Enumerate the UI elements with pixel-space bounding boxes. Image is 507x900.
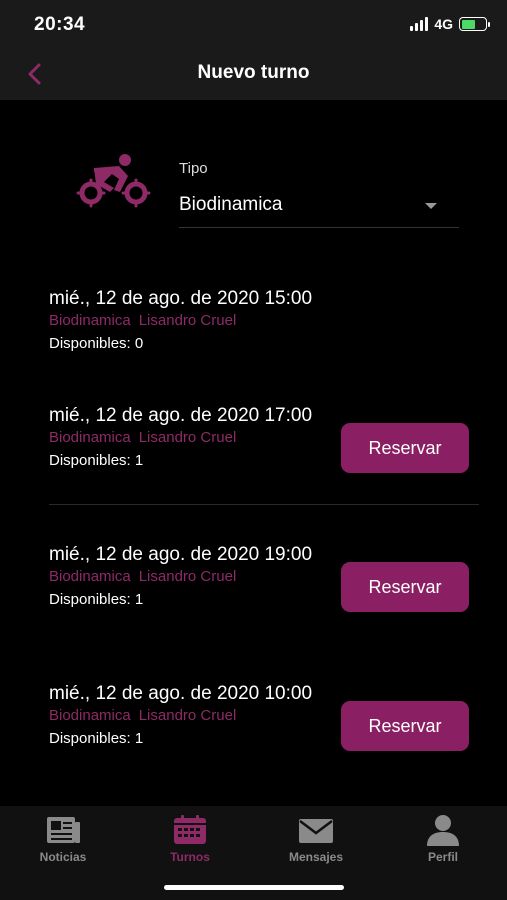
network-label: 4G — [434, 16, 453, 32]
signal-icon — [410, 17, 429, 31]
reserve-button[interactable]: Reservar — [341, 423, 469, 473]
newspaper-icon — [47, 817, 80, 843]
status-bar: 20:34 4G — [0, 0, 507, 48]
tab-label: Mensajes — [288, 850, 344, 864]
page-title: Nuevo turno — [197, 62, 310, 83]
slot-item: mié., 12 de ago. de 2020 17:00 Biodinami… — [49, 404, 479, 473]
slot-activity: Biodinamica — [49, 707, 131, 724]
slot-activity: Biodinamica — [49, 429, 131, 446]
slot-date: mié., 12 de ago. de 2020 15:00 — [49, 288, 313, 309]
tab-label: Perfil — [427, 850, 458, 864]
slot-date: mié., 12 de ago. de 2020 10:00 — [49, 683, 313, 704]
slot-instructor: Lisandro Cruel — [138, 312, 237, 329]
battery-icon — [459, 17, 490, 31]
nav-bar: Nuevo turno — [0, 48, 507, 100]
type-value: Biodinamica — [179, 194, 283, 215]
tab-turnos[interactable]: Turnos — [145, 814, 235, 864]
caret-down-icon — [425, 203, 437, 209]
slot-item: mié., 12 de ago. de 2020 19:00 Biodinami… — [49, 543, 479, 612]
tab-mensajes[interactable]: Mensajes — [271, 814, 361, 864]
home-indicator[interactable] — [164, 885, 344, 890]
status-indicators: 4G — [410, 16, 490, 32]
tab-noticias[interactable]: Noticias — [18, 814, 108, 864]
slot-activity: Biodinamica — [49, 312, 131, 329]
status-time: 20:34 — [34, 14, 86, 35]
slot-meta: Biodinamica Lisandro Cruel — [49, 312, 479, 329]
slot-instructor: Lisandro Cruel — [138, 568, 237, 585]
tab-label: Noticias — [39, 850, 87, 864]
slot-date: mié., 12 de ago. de 2020 17:00 — [49, 405, 313, 426]
slot-item: mié., 12 de ago. de 2020 10:00 Biodinami… — [49, 682, 479, 751]
slot-date: mié., 12 de ago. de 2020 19:00 — [49, 544, 313, 565]
slot-item: mié., 12 de ago. de 2020 15:00 Biodinami… — [49, 287, 479, 352]
reserve-button[interactable]: Reservar — [341, 701, 469, 751]
type-label: Tipo — [179, 160, 208, 177]
cyclist-icon — [76, 154, 151, 208]
slot-availability: Disponibles: 0 — [49, 335, 144, 352]
tab-perfil[interactable]: Perfil — [398, 814, 488, 864]
slot-instructor: Lisandro Cruel — [138, 429, 237, 446]
calendar-icon — [174, 815, 206, 844]
envelope-icon — [299, 819, 333, 843]
reserve-button[interactable]: Reservar — [341, 562, 469, 612]
slot-activity: Biodinamica — [49, 568, 131, 585]
user-icon — [427, 815, 459, 846]
tab-label: Turnos — [170, 850, 210, 864]
divider — [49, 504, 479, 505]
type-dropdown[interactable]: Biodinamica — [179, 188, 459, 228]
slot-instructor: Lisandro Cruel — [138, 707, 237, 724]
